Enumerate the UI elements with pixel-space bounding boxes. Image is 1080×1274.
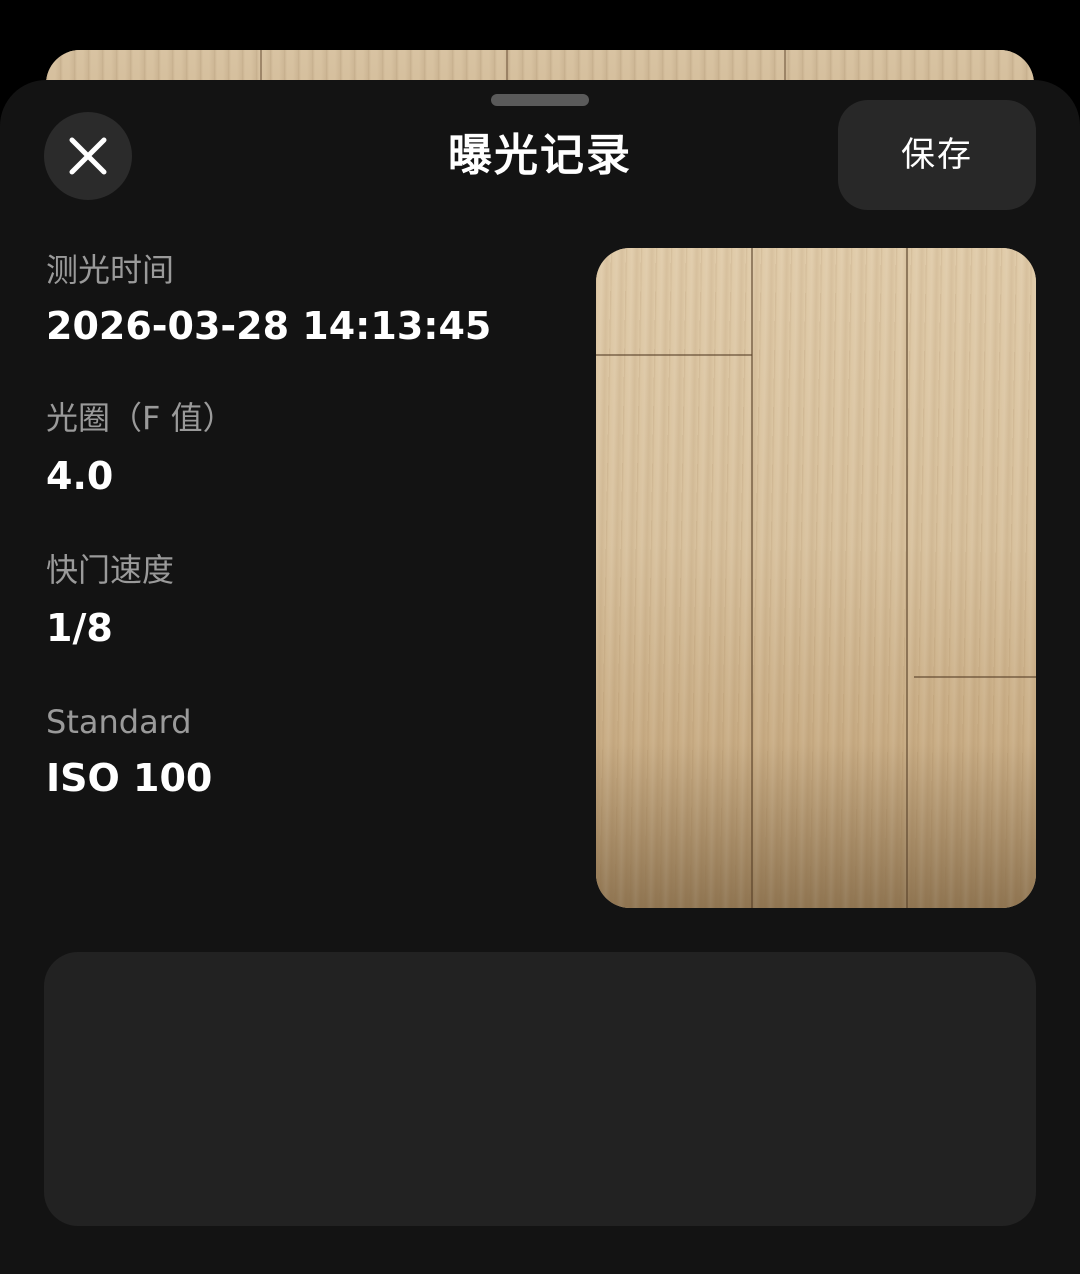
iso-label: Standard <box>46 703 192 741</box>
floor-seam <box>596 354 752 356</box>
close-icon <box>68 136 108 176</box>
screen: 曝光记录 保存 测光时间 2026-03-28 14:13:45 光圈（F 值）… <box>0 0 1080 1274</box>
save-button[interactable]: 保存 <box>838 100 1036 210</box>
exposure-record-sheet: 曝光记录 保存 测光时间 2026-03-28 14:13:45 光圈（F 值）… <box>0 80 1080 1274</box>
aperture-value: 4.0 <box>46 454 114 498</box>
shutter-speed-label: 快门速度 <box>46 551 175 589</box>
metering-time-label: 测光时间 <box>46 251 175 289</box>
shutter-speed-value: 1/8 <box>46 606 113 650</box>
sheet-grabber[interactable] <box>491 94 589 106</box>
metering-photo[interactable] <box>596 248 1036 908</box>
sheet-title: 曝光记录 <box>448 130 632 181</box>
aperture-label: 光圈（F 值） <box>46 399 235 437</box>
close-button[interactable] <box>44 112 132 200</box>
floor-seam <box>906 248 908 908</box>
iso-value: ISO 100 <box>46 756 213 800</box>
floor-seam <box>914 676 1036 678</box>
wood-texture <box>596 248 1036 908</box>
notes-input[interactable] <box>44 952 1036 1226</box>
floor-seam <box>751 248 753 908</box>
metering-time-value: 2026-03-28 14:13:45 <box>46 304 492 348</box>
